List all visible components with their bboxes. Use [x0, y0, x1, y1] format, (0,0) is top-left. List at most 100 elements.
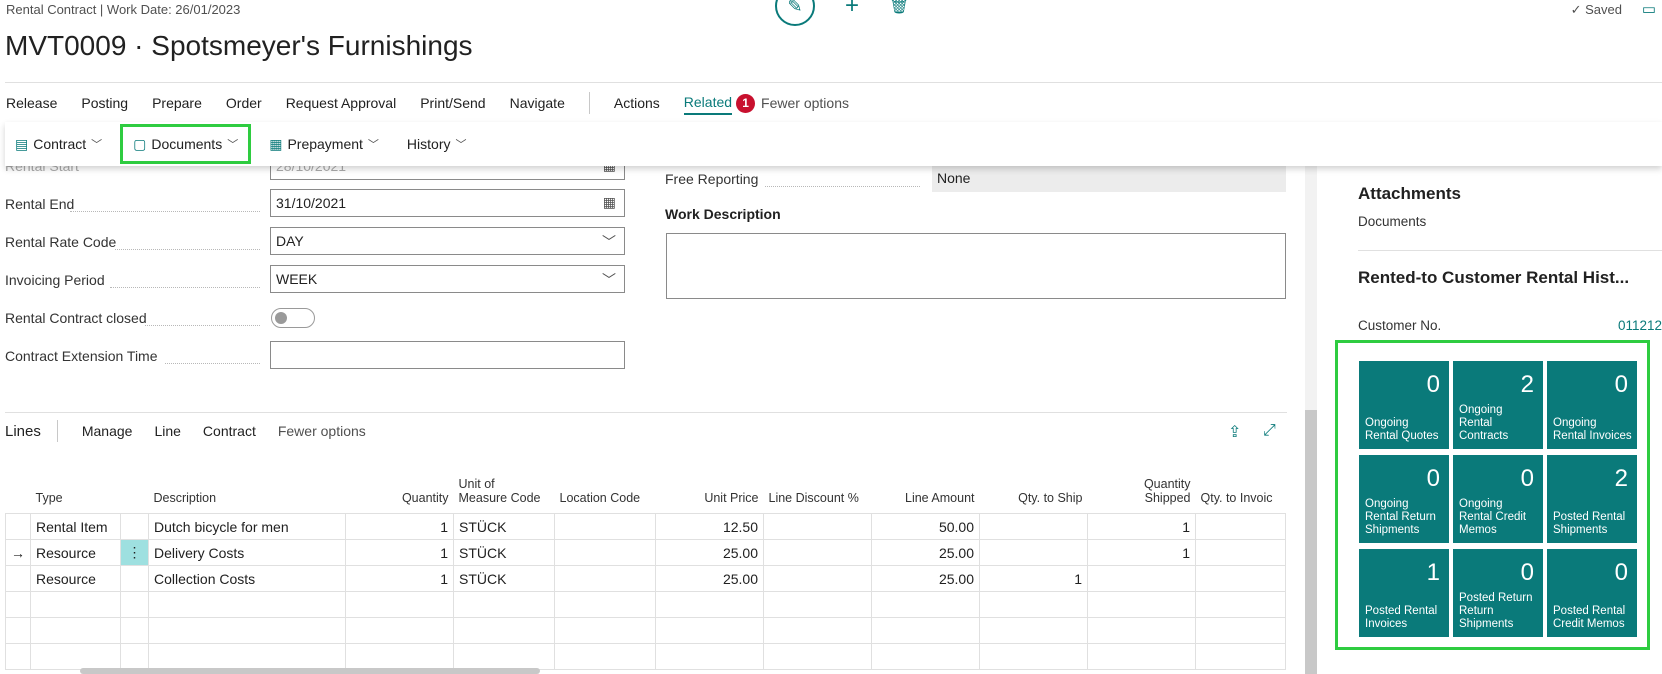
- cell-qty-shipped[interactable]: 1: [1087, 513, 1196, 540]
- invoicing-period-select[interactable]: WEEK ﹀: [270, 265, 625, 293]
- cell-line-discount[interactable]: [763, 565, 872, 592]
- cell-quantity[interactable]: 1: [345, 513, 454, 540]
- edit-button[interactable]: ✎: [775, 0, 815, 26]
- cell-line-amount[interactable]: 50.00: [871, 513, 980, 540]
- vertical-scrollbar-thumb[interactable]: [1305, 410, 1317, 674]
- prepayment-dropdown[interactable]: ▦ Prepayment ﹀: [259, 127, 389, 161]
- empty-row[interactable]: [5, 643, 1286, 670]
- cell-unit-price[interactable]: 25.00: [655, 565, 764, 592]
- menu-order[interactable]: Order: [226, 92, 262, 114]
- rental-contract-closed-toggle[interactable]: [271, 308, 315, 328]
- tile-ongoing-rental-return-shipments[interactable]: 0 Ongoing Rental Return Shipments: [1359, 455, 1449, 543]
- cell-description[interactable]: Dutch bicycle for men: [148, 513, 346, 540]
- cell-line-discount[interactable]: [763, 539, 872, 566]
- cell-unit-price[interactable]: 25.00: [655, 539, 764, 566]
- menu-request-approval[interactable]: Request Approval: [286, 92, 397, 114]
- cell-qty-to-ship[interactable]: 1: [979, 565, 1088, 592]
- collapse-icon[interactable]: ▭: [1642, 0, 1656, 18]
- cell-menu[interactable]: [120, 565, 149, 592]
- cell-location[interactable]: [554, 565, 656, 592]
- cell-line-amount[interactable]: 25.00: [871, 565, 980, 592]
- delete-icon[interactable]: 🗑: [889, 0, 909, 16]
- col-line-discount[interactable]: Line Discount %: [764, 453, 872, 514]
- menu-actions[interactable]: Actions: [614, 92, 660, 114]
- cell-qty-to-invoice[interactable]: [1195, 565, 1286, 592]
- row-menu-button[interactable]: ⋮: [120, 539, 149, 566]
- menu-release[interactable]: Release: [6, 92, 57, 114]
- rental-history-title[interactable]: Rented-to Customer Rental Hist...: [1358, 268, 1629, 288]
- lines-menu-contract[interactable]: Contract: [203, 423, 256, 439]
- share-icon[interactable]: ⇪: [1228, 422, 1241, 442]
- menu-related[interactable]: Related: [683, 91, 733, 115]
- cell-type[interactable]: Resource: [30, 539, 121, 566]
- cell-qty-to-ship[interactable]: [979, 539, 1088, 566]
- cell-uom[interactable]: STÜCK: [453, 565, 555, 592]
- tile-posted-rental-shipments[interactable]: 2 Posted Rental Shipments: [1547, 455, 1637, 543]
- expand-icon[interactable]: ⤢: [1263, 422, 1276, 440]
- tile-ongoing-rental-contracts[interactable]: 2 Ongoing Rental Contracts: [1453, 361, 1543, 449]
- empty-row[interactable]: [5, 591, 1286, 618]
- cell-qty-shipped[interactable]: 1: [1087, 539, 1196, 566]
- cell-quantity[interactable]: 1: [345, 539, 454, 566]
- documents-dropdown[interactable]: ▢ Documents ﹀: [120, 124, 252, 164]
- col-qty-shipped[interactable]: Quantity Shipped: [1088, 453, 1196, 514]
- contract-extension-field[interactable]: [270, 341, 625, 369]
- calendar-icon[interactable]: ▦: [603, 194, 616, 211]
- table-row[interactable]: Rental Item Dutch bicycle for men 1 STÜC…: [5, 513, 1286, 540]
- attachments-title[interactable]: Attachments: [1358, 184, 1461, 204]
- attachments-documents-link[interactable]: Documents: [1358, 214, 1426, 229]
- lines-menu-line[interactable]: Line: [154, 423, 180, 439]
- tile-ongoing-rental-credit-memos[interactable]: 0 Ongoing Rental Credit Memos: [1453, 455, 1543, 543]
- menu-navigate[interactable]: Navigate: [510, 92, 565, 114]
- cell-description[interactable]: Delivery Costs: [148, 539, 346, 566]
- cell-location[interactable]: [554, 513, 656, 540]
- col-qty-to-ship[interactable]: Qty. to Ship: [980, 453, 1088, 514]
- contract-dropdown[interactable]: ▤ Contract ﹀: [5, 127, 112, 161]
- free-reporting-field[interactable]: None: [932, 164, 1286, 192]
- customer-no-value[interactable]: 011212: [1618, 318, 1662, 333]
- cell-location[interactable]: [554, 539, 656, 566]
- tile-ongoing-rental-invoices[interactable]: 0 Ongoing Rental Invoices: [1547, 361, 1637, 449]
- rental-end-field[interactable]: 31/10/2021 ▦: [270, 189, 625, 217]
- table-row[interactable]: → Resource ⋮ Delivery Costs 1 STÜCK 25.0…: [5, 539, 1286, 566]
- cell-description[interactable]: Collection Costs: [148, 565, 346, 592]
- col-type[interactable]: Type: [31, 453, 121, 514]
- tile-ongoing-rental-quotes[interactable]: 0 Ongoing Rental Quotes: [1359, 361, 1449, 449]
- cell-line-amount[interactable]: 25.00: [871, 539, 980, 566]
- tile-posted-return-shipments[interactable]: 0 Posted Return Return Shipments: [1453, 549, 1543, 637]
- cell-quantity[interactable]: 1: [345, 565, 454, 592]
- cell-unit-price[interactable]: 12.50: [655, 513, 764, 540]
- cell-uom[interactable]: STÜCK: [453, 539, 555, 566]
- rental-rate-code-select[interactable]: DAY ﹀: [270, 227, 625, 255]
- tile-posted-rental-credit-memos[interactable]: 0 Posted Rental Credit Memos: [1547, 549, 1637, 637]
- lines-fewer-options[interactable]: Fewer options: [278, 423, 366, 439]
- cell-qty-to-ship[interactable]: [979, 513, 1088, 540]
- cell-qty-shipped[interactable]: [1087, 565, 1196, 592]
- cell-type[interactable]: Rental Item: [30, 513, 121, 540]
- cell-menu[interactable]: [120, 513, 149, 540]
- col-unit-price[interactable]: Unit Price: [656, 453, 764, 514]
- cell-uom[interactable]: STÜCK: [453, 513, 555, 540]
- menu-prepare[interactable]: Prepare: [152, 92, 202, 114]
- col-line-amount[interactable]: Line Amount: [872, 453, 980, 514]
- lines-menu-manage[interactable]: Manage: [82, 423, 133, 439]
- menu-posting[interactable]: Posting: [81, 92, 128, 114]
- tile-posted-rental-invoices[interactable]: 1 Posted Rental Invoices: [1359, 549, 1449, 637]
- col-description[interactable]: Description: [149, 453, 346, 514]
- table-row[interactable]: Resource Collection Costs 1 STÜCK 25.00 …: [5, 565, 1286, 592]
- menu-print-send[interactable]: Print/Send: [420, 92, 485, 114]
- cell-line-discount[interactable]: [763, 513, 872, 540]
- history-dropdown[interactable]: History ﹀: [397, 127, 477, 161]
- empty-row[interactable]: [5, 617, 1286, 644]
- horizontal-scrollbar[interactable]: [80, 668, 540, 674]
- col-location[interactable]: Location Code: [555, 453, 656, 514]
- cell-qty-to-invoice[interactable]: [1195, 539, 1286, 566]
- work-description-textarea[interactable]: [666, 233, 1286, 299]
- cell-qty-to-invoice[interactable]: [1195, 513, 1286, 540]
- menu-fewer-options[interactable]: Fewer options: [761, 92, 849, 114]
- cell-type[interactable]: Resource: [30, 565, 121, 592]
- col-uom[interactable]: Unit of Measure Code: [454, 453, 555, 514]
- col-quantity[interactable]: Quantity: [346, 453, 454, 514]
- col-qty-to-invoice[interactable]: Qty. to Invoic: [1196, 453, 1286, 514]
- add-icon[interactable]: +: [845, 0, 859, 20]
